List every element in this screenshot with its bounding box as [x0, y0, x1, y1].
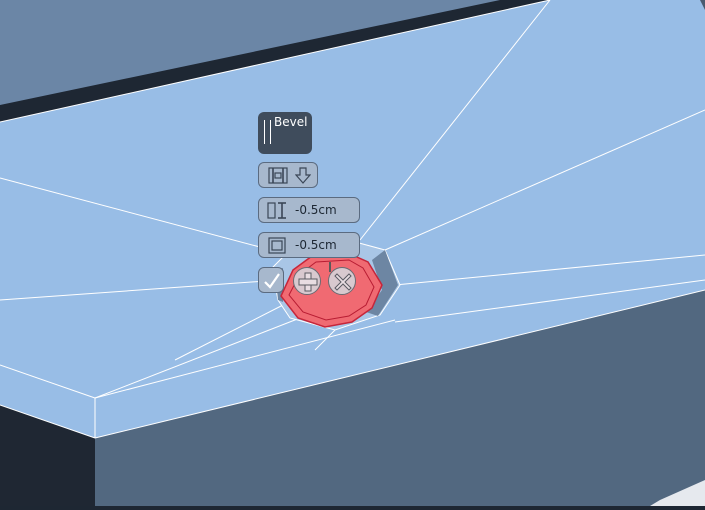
bevel-actions — [258, 267, 358, 295]
inset-icon — [268, 237, 286, 254]
bevel-mode-icon[interactable] — [268, 167, 288, 184]
confirm-check-icon — [264, 273, 280, 289]
bevel-tool-icon — [264, 120, 271, 144]
offset-height-icon — [267, 202, 286, 219]
direction-arrow-icon[interactable] — [295, 167, 311, 184]
add-plus-icon — [298, 272, 318, 292]
cancel-button[interactable] — [328, 267, 356, 295]
offset-height-value[interactable]: -0.5cm — [295, 203, 337, 217]
inset-field[interactable]: -0.5cm — [258, 232, 360, 258]
tool-title-label: Bevel — [274, 115, 308, 129]
offset-height-field[interactable]: -0.5cm — [258, 197, 360, 223]
bevel-tool-header: Bevel — [258, 112, 312, 154]
bevel-mode-toolbar[interactable] — [258, 162, 318, 188]
add-button[interactable] — [293, 267, 321, 295]
3d-viewport[interactable]: Bevel -0.5cm -0.5cm — [0, 0, 705, 506]
inset-value[interactable]: -0.5cm — [295, 238, 337, 252]
cancel-x-icon — [334, 273, 352, 291]
confirm-button[interactable] — [258, 267, 284, 293]
